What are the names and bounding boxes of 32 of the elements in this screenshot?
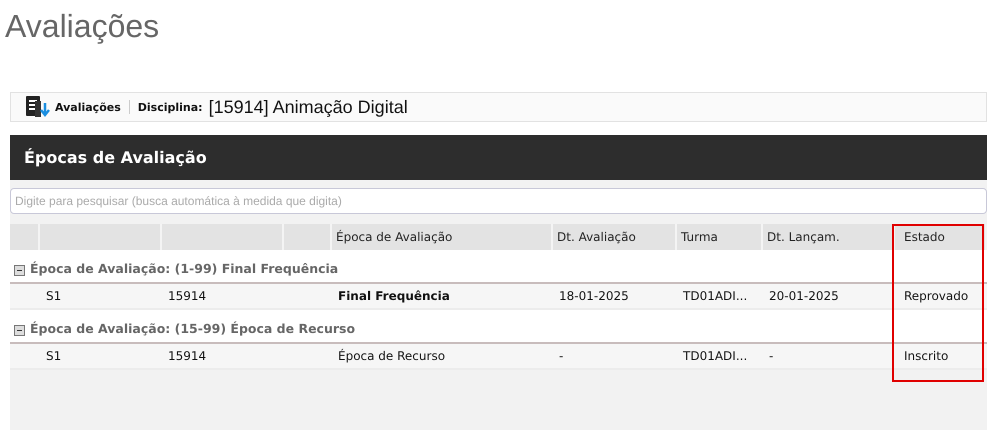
table-cell: - xyxy=(559,349,564,363)
table-cell: 18-01-2025 xyxy=(559,289,629,303)
table-cell: 15914 xyxy=(168,349,206,363)
table-cell: Final Frequência xyxy=(338,289,450,303)
search-field[interactable]: Digite para pesquisar (busca automática à medida que digita) xyxy=(10,188,987,214)
column-header[interactable]: Época de Avaliação xyxy=(332,224,553,250)
table-cell: 20-01-2025 xyxy=(769,289,839,303)
table-cell: 15914 xyxy=(168,289,206,303)
document-download-icon xyxy=(25,95,51,119)
discipline-name: [15914] Animação Digital xyxy=(208,96,408,118)
table-cell: - xyxy=(769,349,774,363)
page-title: Avaliações xyxy=(4,7,160,46)
column-header[interactable]: Dt. Avaliação xyxy=(553,224,677,250)
column-header[interactable]: Dt. Lançam. xyxy=(763,224,895,250)
column-header[interactable]: Estado xyxy=(895,224,987,250)
panel-title: Épocas de Avaliação xyxy=(24,148,207,167)
table-row[interactable]: S1 15914 Final Frequência 18-01-2025 TD01ADI... 20-01-2025 Reprovado xyxy=(10,284,987,310)
table-cell: S1 xyxy=(46,289,62,303)
collapse-icon[interactable] xyxy=(14,325,25,336)
group-title: Época de Avaliação: (15-99) Época de Recurso xyxy=(30,321,356,336)
table-cell: Época de Recurso xyxy=(338,349,446,363)
group-title: Época de Avaliação: (1-99) Final Frequência xyxy=(30,261,338,276)
table-cell: TD01ADI... xyxy=(683,289,748,303)
table-cell: TD01ADI... xyxy=(683,349,748,363)
evaluations-button[interactable]: Avaliações xyxy=(25,95,121,119)
discipline-label: Disciplina: xyxy=(138,100,203,114)
table-cell: Reprovado xyxy=(904,289,968,303)
table-cell: S1 xyxy=(46,349,62,363)
column-header[interactable]: Turma xyxy=(677,224,763,250)
table-cell: Inscrito xyxy=(904,349,948,363)
table-row[interactable]: S1 15914 Época de Recurso - TD01ADI... - Inscrito xyxy=(10,344,987,370)
collapse-icon[interactable] xyxy=(14,265,25,276)
